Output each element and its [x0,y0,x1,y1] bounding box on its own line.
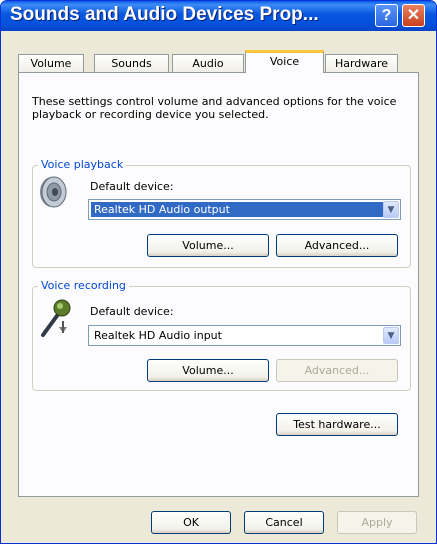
voice-recording-legend: Voice recording [38,279,129,292]
speaker-icon [40,176,67,208]
playback-device-select[interactable]: Realtek HD Audio output ▼ [88,199,401,220]
recording-advanced-button[interactable]: Advanced... [276,359,398,382]
description-text: These settings control volume and advanc… [32,95,397,121]
microphone-icon [41,299,71,337]
tab-volume[interactable]: Volume [18,54,84,72]
tab-audio[interactable]: Audio [172,54,244,72]
chevron-down-icon[interactable]: ▼ [383,201,399,218]
apply-button[interactable]: Apply [337,511,417,534]
close-button[interactable]: ✕ [402,4,425,27]
playback-default-device-label: Default device: [90,180,174,193]
window-title: Sounds and Audio Devices Prop... [10,4,319,25]
voice-playback-legend: Voice playback [38,158,127,171]
recording-device-value: Realtek HD Audio input [94,329,222,342]
playback-volume-button[interactable]: Volume... [147,234,269,257]
tab-sounds[interactable]: Sounds [94,54,169,72]
ok-button[interactable]: OK [151,511,231,534]
tab-hardware[interactable]: Hardware [325,54,398,72]
cancel-button[interactable]: Cancel [244,511,324,534]
title-bar[interactable]: Sounds and Audio Devices Prop... ? ✕ [1,1,436,31]
test-hardware-button[interactable]: Test hardware... [276,413,398,436]
tab-voice[interactable]: Voice [245,50,324,73]
chevron-down-icon[interactable]: ▼ [383,327,399,344]
dialog-window: Sounds and Audio Devices Prop... ? ✕ Vol… [0,0,437,544]
help-button[interactable]: ? [375,4,398,27]
recording-device-select[interactable]: Realtek HD Audio input ▼ [88,325,401,346]
recording-default-device-label: Default device: [90,305,174,318]
recording-volume-button[interactable]: Volume... [147,359,269,382]
playback-device-value: Realtek HD Audio output [91,202,384,217]
playback-advanced-button[interactable]: Advanced... [276,234,398,257]
